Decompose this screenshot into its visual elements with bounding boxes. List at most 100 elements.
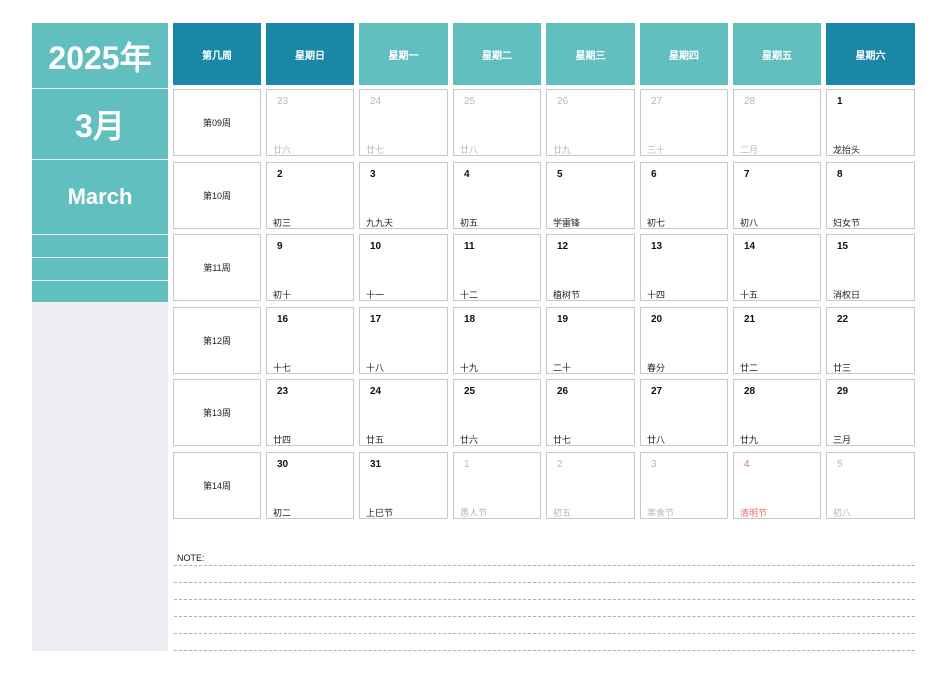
day-cell[interactable]: 29 三月 [826,379,915,446]
day-number: 27 [651,386,663,397]
day-cell[interactable]: 31 上巳节 [359,451,448,519]
day-number: 23 [277,386,289,397]
day-number: 29 [837,386,849,397]
day-number: 2 [277,168,283,180]
header-fri: 星期五 [733,23,821,85]
day-cell[interactable]: 22 廿三 [826,306,915,374]
day-cell[interactable]: 23 廿六 [266,89,354,156]
day-cell[interactable]: 18 十九 [453,306,541,374]
day-number: 8 [837,168,843,180]
lunar-date: 初八 [833,507,852,518]
day-cell[interactable]: 5 学雷锋 [546,161,635,229]
day-cell[interactable]: 27 三十 [640,89,728,156]
day-cell[interactable]: 26 廿七 [546,379,635,446]
day-cell[interactable]: 10 十一 [359,234,448,301]
header-mon: 星期一 [359,23,448,85]
day-cell[interactable]: 4 清明节 [733,451,821,519]
header-thu: 星期四 [640,23,728,85]
day-cell[interactable]: 30 初二 [266,451,354,519]
day-cell[interactable]: 21 廿二 [733,306,821,374]
day-number: 9 [277,241,283,252]
lunar-date: 寒食节 [647,507,675,518]
lunar-date: 初三 [273,217,292,228]
lunar-date: 妇女节 [833,217,861,228]
day-number: 28 [744,96,756,107]
day-cell[interactable]: 3 九九天 [359,161,448,229]
day-number: 17 [370,313,382,325]
header-sat: 星期六 [826,23,915,85]
note-line[interactable] [174,599,915,600]
day-number: 3 [651,458,657,470]
day-number: 14 [744,241,756,252]
day-number: 11 [464,241,475,252]
lunar-date: 初十 [273,290,292,300]
day-cell[interactable]: 24 廿五 [359,379,448,446]
lunar-date: 廿七 [366,145,385,155]
day-cell[interactable]: 17 十八 [359,306,448,374]
header-wed: 星期三 [546,23,635,85]
lunar-date: 九九天 [366,217,394,228]
note-line[interactable] [174,616,915,617]
day-cell[interactable]: 5 初八 [826,451,915,519]
week-label: 第13周 [173,379,261,446]
lunar-date: 学雷锋 [553,217,581,228]
lunar-date: 十一 [366,290,385,300]
day-cell[interactable]: 25 廿八 [453,89,541,156]
day-cell[interactable]: 1 愚人节 [453,451,541,519]
lunar-date: 三十 [647,145,666,155]
note-line[interactable] [174,633,915,634]
day-cell[interactable]: 2 初三 [266,161,354,229]
day-cell[interactable]: 24 廿七 [359,89,448,156]
day-cell[interactable]: 16 十七 [266,306,354,374]
day-cell[interactable]: 20 春分 [640,306,728,374]
day-number: 20 [651,313,663,325]
day-number: 2 [557,458,563,470]
day-number: 4 [464,168,470,180]
day-number: 13 [651,241,663,252]
day-cell[interactable]: 28 二月 [733,89,821,156]
note-line[interactable] [174,650,915,651]
lunar-date: 廿二 [740,362,759,373]
day-cell[interactable]: 13 十四 [640,234,728,301]
day-cell[interactable]: 9 初十 [266,234,354,301]
day-cell[interactable]: 3 寒食节 [640,451,728,519]
day-number: 24 [370,96,382,107]
sidebar-stripe [32,258,168,280]
lunar-date: 廿三 [833,362,852,373]
day-number: 19 [557,313,569,325]
day-cell[interactable]: 6 初七 [640,161,728,229]
day-cell[interactable]: 15 消权日 [826,234,915,301]
day-cell[interactable]: 11 十二 [453,234,541,301]
lunar-date: 十七 [273,362,292,373]
day-number: 1 [837,96,843,107]
day-cell[interactable]: 25 廿六 [453,379,541,446]
note-line[interactable] [174,582,915,583]
day-number: 7 [744,168,750,180]
day-cell[interactable]: 23 廿四 [266,379,354,446]
day-cell[interactable]: 7 初八 [733,161,821,229]
lunar-date: 清明节 [740,507,768,518]
day-cell[interactable]: 1 龙抬头 [826,89,915,156]
note-line[interactable] [174,565,915,566]
lunar-date: 十二 [460,290,479,300]
day-cell[interactable]: 8 妇女节 [826,161,915,229]
lunar-date: 廿八 [647,435,666,445]
day-number: 1 [464,458,470,470]
day-cell[interactable]: 27 廿八 [640,379,728,446]
week-label: 第11周 [173,234,261,301]
lunar-date: 廿六 [273,145,292,155]
day-cell[interactable]: 19 二十 [546,306,635,374]
day-cell[interactable]: 14 十五 [733,234,821,301]
day-number: 27 [651,96,663,107]
lunar-date: 上巳节 [366,507,394,518]
day-number: 18 [464,313,476,325]
day-number: 23 [277,96,289,107]
day-cell[interactable]: 4 初五 [453,161,541,229]
lunar-date: 二十 [553,362,572,373]
day-cell[interactable]: 28 廿九 [733,379,821,446]
day-cell[interactable]: 12 植树节 [546,234,635,301]
lunar-date: 十四 [647,290,666,300]
day-cell[interactable]: 26 廿九 [546,89,635,156]
day-number: 10 [370,241,382,252]
day-cell[interactable]: 2 初五 [546,451,635,519]
